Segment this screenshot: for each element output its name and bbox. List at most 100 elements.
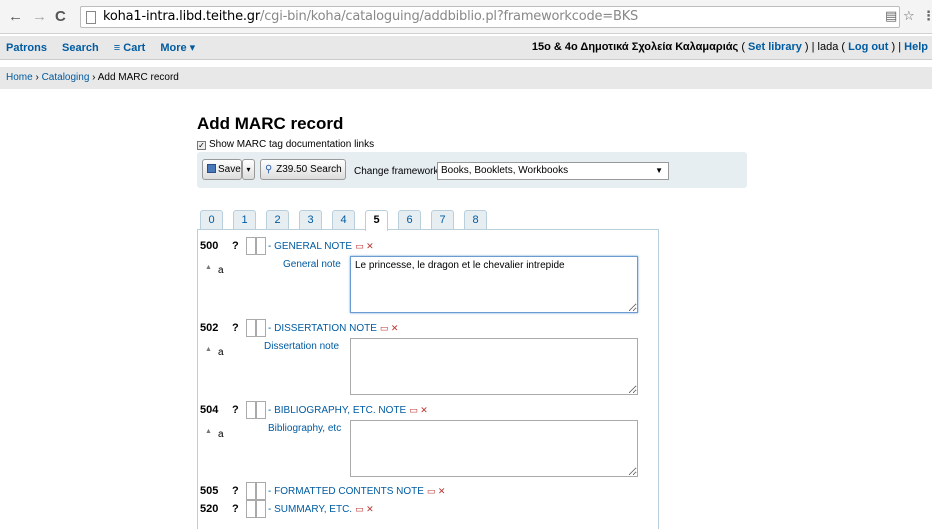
indicator-1-input[interactable] bbox=[246, 401, 256, 419]
page-icon bbox=[86, 11, 96, 24]
save-button[interactable]: Save bbox=[202, 159, 242, 180]
framework-select[interactable]: Books, Booklets, Workbooks ▼ bbox=[437, 162, 669, 180]
page-title: Add MARC record bbox=[197, 114, 344, 133]
bookmark-star-icon[interactable]: ☆ bbox=[903, 8, 915, 24]
field-label[interactable]: - GENERAL NOTE ▭ ✕ bbox=[268, 241, 374, 252]
field-label[interactable]: - DISSERTATION NOTE ▭ ✕ bbox=[268, 323, 398, 334]
field-label[interactable]: - BIBLIOGRAPHY, ETC. NOTE ▭ ✕ bbox=[268, 405, 428, 416]
save-icon bbox=[207, 164, 216, 173]
dropdown-arrow-icon: ▼ bbox=[655, 166, 663, 175]
clone-delete-icon[interactable]: ▭ ✕ bbox=[409, 405, 428, 415]
clone-delete-icon[interactable]: ▭ ✕ bbox=[355, 504, 374, 514]
subfield-label: Dissertation note bbox=[264, 341, 340, 352]
browser-toolbar: ← → C koha1-intra.libd.teithe.gr/cgi-bin… bbox=[0, 0, 932, 34]
indicator-2-input[interactable] bbox=[256, 401, 266, 419]
indicator-2-input[interactable] bbox=[256, 500, 266, 518]
set-library-link[interactable]: Set library bbox=[748, 41, 802, 53]
z3950-search-button[interactable]: ⚲ Z39.50 Search bbox=[260, 159, 346, 180]
breadcrumb: Home › Cataloging › Add MARC record bbox=[0, 67, 932, 89]
indicator-2-input[interactable] bbox=[256, 482, 266, 500]
save-options-caret[interactable]: ▾ bbox=[242, 159, 255, 180]
subfield-label: General note bbox=[283, 259, 341, 270]
field-tag: 504 bbox=[200, 404, 219, 416]
breadcrumb-current: Add MARC record bbox=[97, 72, 179, 83]
translate-icon[interactable]: ▤ bbox=[885, 8, 897, 24]
field-help-link[interactable]: ? bbox=[232, 485, 239, 497]
show-doc-option: ✓ Show MARC tag documentation links bbox=[197, 139, 374, 150]
subfield-textarea[interactable] bbox=[350, 420, 638, 477]
help-link[interactable]: Help bbox=[904, 41, 928, 53]
framework-label: Change framework: bbox=[354, 166, 442, 177]
tab-3[interactable]: 3 bbox=[299, 210, 322, 230]
breadcrumb-sep: › bbox=[89, 72, 98, 83]
nav-cart[interactable]: ≡ Cart bbox=[114, 42, 145, 54]
help-sep: ) | bbox=[888, 41, 905, 53]
breadcrumb-sep: › bbox=[32, 72, 42, 83]
field-tag: 520 bbox=[200, 503, 219, 515]
breadcrumb-cataloging[interactable]: Cataloging bbox=[42, 72, 90, 83]
address-bar[interactable]: koha1-intra.libd.teithe.gr/cgi-bin/koha/… bbox=[80, 6, 900, 28]
field-help-link[interactable]: ? bbox=[232, 503, 239, 515]
tab-8[interactable]: 8 bbox=[464, 210, 487, 230]
indicator-1-input[interactable] bbox=[246, 319, 256, 337]
save-label: Save bbox=[218, 164, 241, 175]
field-label-text: - FORMATTED CONTENTS NOTE bbox=[268, 486, 424, 497]
field-label[interactable]: - FORMATTED CONTENTS NOTE ▭ ✕ bbox=[268, 486, 445, 497]
field-tag: 502 bbox=[200, 322, 219, 334]
search-icon: ⚲ bbox=[265, 164, 273, 175]
field-label-text: - GENERAL NOTE bbox=[268, 241, 353, 252]
tab-6[interactable]: 6 bbox=[398, 210, 421, 230]
subfield-label: Bibliography, etc bbox=[268, 423, 342, 434]
indicator-1-input[interactable] bbox=[246, 500, 256, 518]
indicator-1-input[interactable] bbox=[246, 237, 256, 255]
tab-0[interactable]: 0 bbox=[200, 210, 223, 230]
main-content: Add MARC record ✓ Show MARC tag documenta… bbox=[197, 114, 747, 150]
framework-value: Books, Booklets, Workbooks bbox=[441, 165, 569, 176]
log-out-link[interactable]: Log out bbox=[848, 41, 888, 53]
tab-7[interactable]: 7 bbox=[431, 210, 454, 230]
header-nav: Patrons Search ≡ Cart More ▾ bbox=[6, 41, 207, 54]
cataloging-toolbar: Save ▾ ⚲ Z39.50 Search Change framework:… bbox=[197, 152, 747, 188]
indicator-2-input[interactable] bbox=[256, 237, 266, 255]
field-label[interactable]: - SUMMARY, ETC. ▭ ✕ bbox=[268, 504, 374, 515]
z3950-label: Z39.50 Search bbox=[276, 164, 342, 175]
url-path: /cgi-bin/koha/cataloguing/addbiblio.pl?f… bbox=[260, 9, 639, 24]
nav-more[interactable]: More ▾ bbox=[160, 42, 195, 54]
subfield-textarea[interactable]: Le princesse, le dragon et le chevalier … bbox=[350, 256, 638, 313]
indicator-2-input[interactable] bbox=[256, 319, 266, 337]
show-doc-checkbox[interactable]: ✓ bbox=[197, 141, 206, 150]
user-info: 15ο & 4ο Δημοτικά Σχολεία Καλαμαριάς ( S… bbox=[532, 41, 928, 53]
nav-search[interactable]: Search bbox=[62, 42, 99, 54]
url-text[interactable]: koha1-intra.libd.teithe.gr/cgi-bin/koha/… bbox=[103, 9, 638, 24]
clone-delete-icon[interactable]: ▭ ✕ bbox=[355, 241, 374, 251]
nav-patrons[interactable]: Patrons bbox=[6, 42, 47, 54]
tab-1[interactable]: 1 bbox=[233, 210, 256, 230]
koha-header: Patrons Search ≡ Cart More ▾ 15ο & 4ο Δη… bbox=[0, 36, 932, 60]
tab-4[interactable]: 4 bbox=[332, 210, 355, 230]
field-help-link[interactable]: ? bbox=[232, 404, 239, 416]
library-name: 15ο & 4ο Δημοτικά Σχολεία Καλαμαριάς bbox=[531, 41, 739, 53]
show-doc-label: Show MARC tag documentation links bbox=[209, 139, 375, 150]
move-up-arrow-icon[interactable]: ▲ bbox=[205, 264, 212, 271]
clone-delete-icon[interactable]: ▭ ✕ bbox=[380, 323, 399, 333]
reload-icon[interactable]: C bbox=[55, 9, 66, 25]
tab-5[interactable]: 5 bbox=[365, 210, 388, 231]
field-label-text: - DISSERTATION NOTE bbox=[268, 323, 377, 334]
field-help-link[interactable]: ? bbox=[232, 240, 239, 252]
tab-2[interactable]: 2 bbox=[266, 210, 289, 230]
move-up-arrow-icon[interactable]: ▲ bbox=[205, 346, 212, 353]
field-label-text: - SUMMARY, ETC. bbox=[268, 504, 353, 515]
subfield-textarea[interactable] bbox=[350, 338, 638, 395]
indicator-1-input[interactable] bbox=[246, 482, 256, 500]
subfield-code: a bbox=[218, 347, 224, 358]
back-arrow-icon[interactable]: ← bbox=[8, 9, 23, 25]
browser-menu-icon[interactable]: ⋮ bbox=[922, 8, 932, 24]
field-label-text: - BIBLIOGRAPHY, ETC. NOTE bbox=[268, 405, 407, 416]
subfield-code: a bbox=[218, 429, 224, 440]
breadcrumb-home[interactable]: Home bbox=[6, 72, 33, 83]
forward-arrow-icon[interactable]: → bbox=[32, 9, 47, 25]
user-sep: ) | lada ( bbox=[801, 41, 849, 53]
clone-delete-icon[interactable]: ▭ ✕ bbox=[427, 486, 446, 496]
move-up-arrow-icon[interactable]: ▲ bbox=[205, 428, 212, 435]
field-help-link[interactable]: ? bbox=[232, 322, 239, 334]
